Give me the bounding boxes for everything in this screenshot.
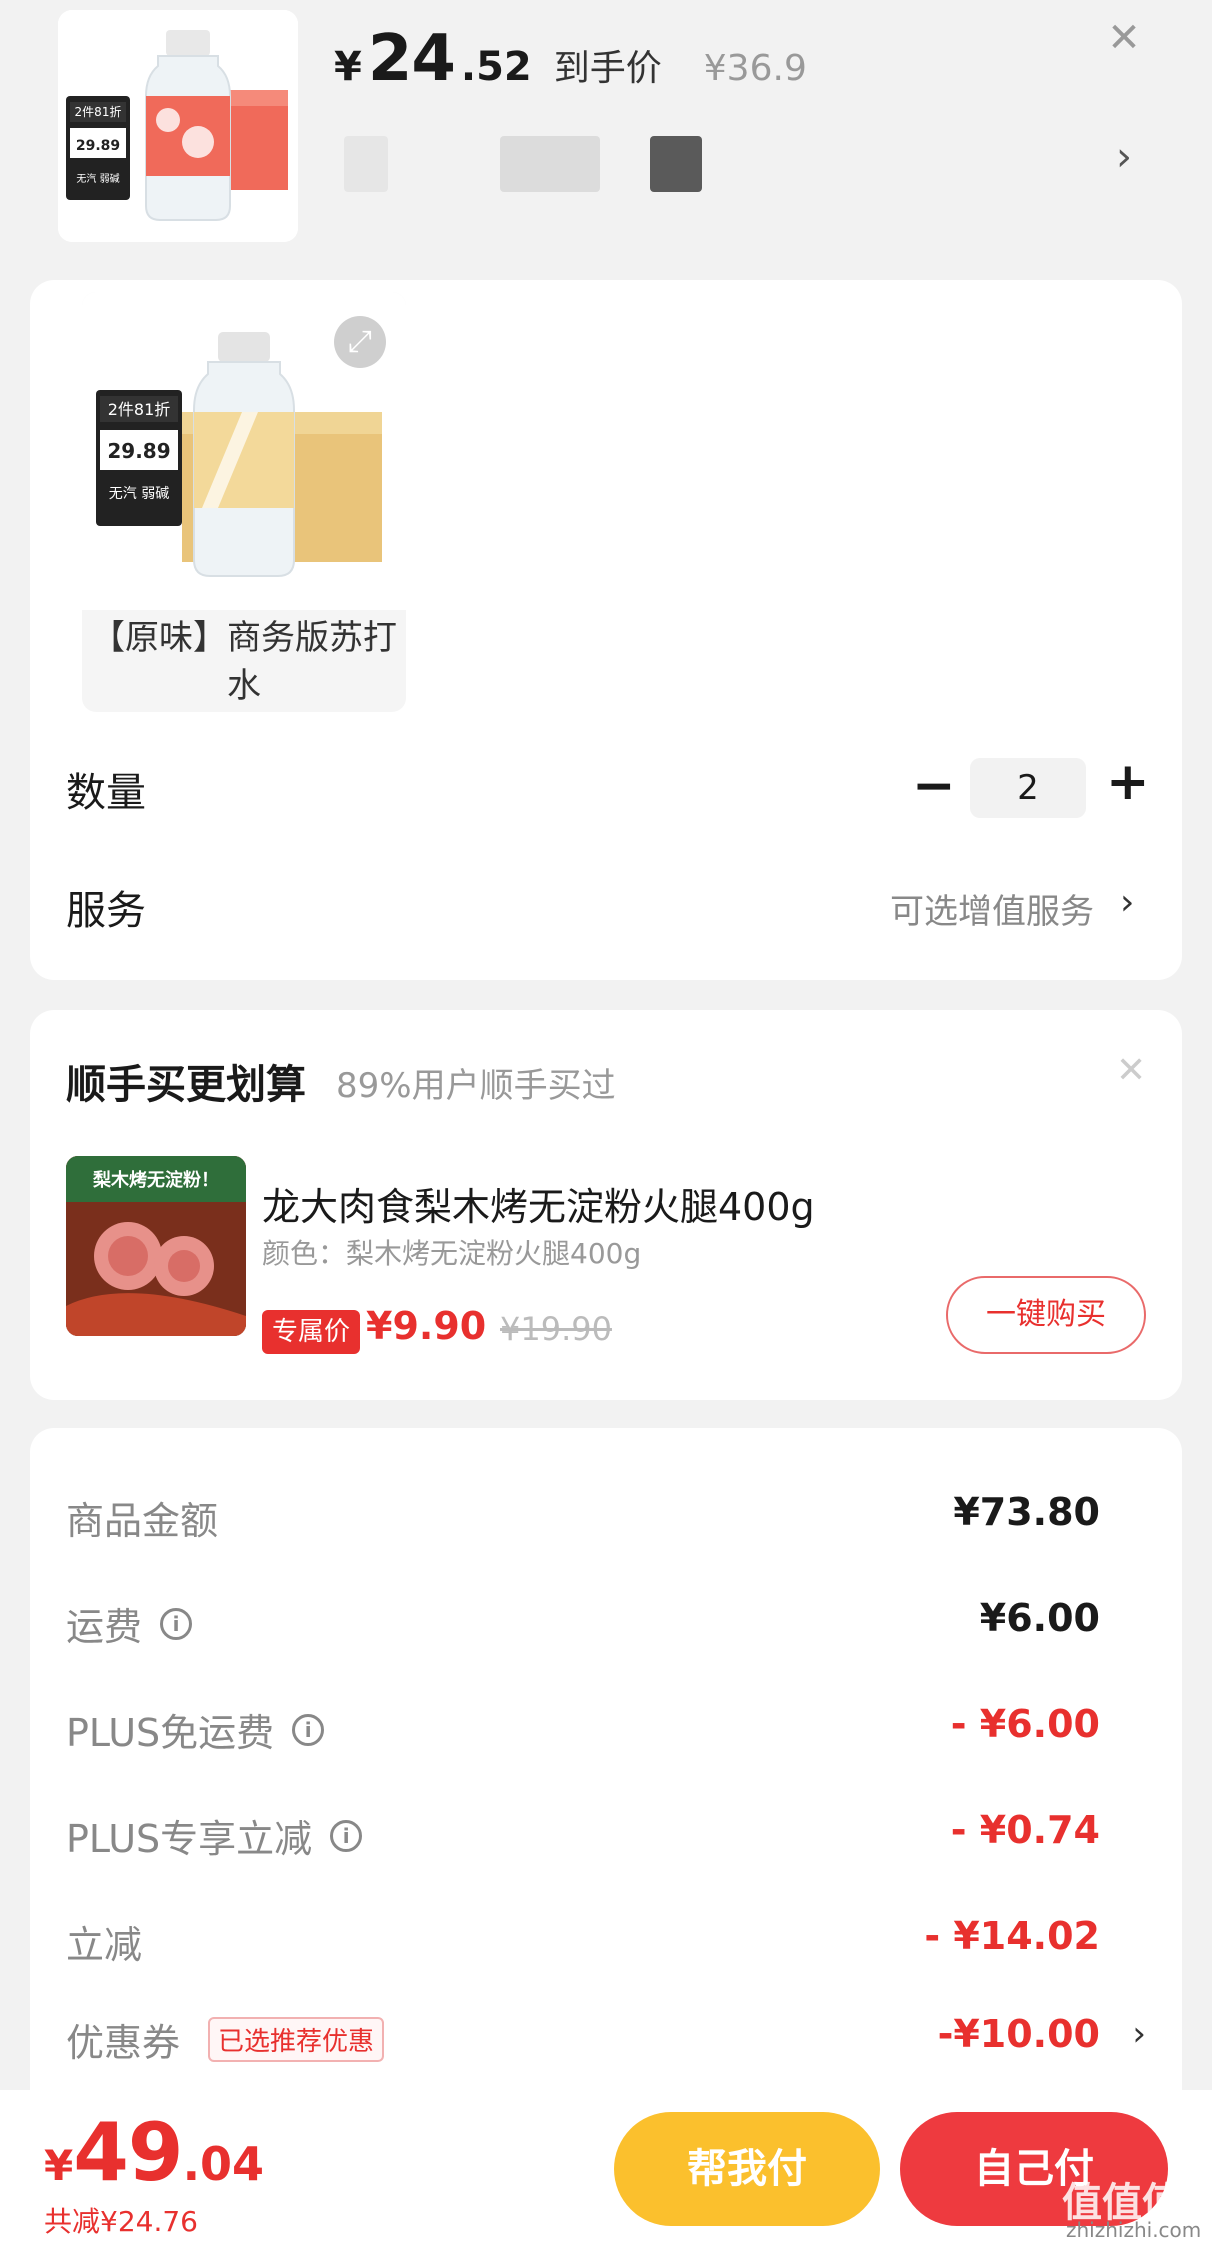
summary-row-coupon[interactable]: 优惠券 已选推荐优惠 -¥10.00 ›	[66, 2012, 1146, 2082]
summary-label: PLUS免运费	[66, 1711, 275, 1755]
summary-row-shipping: 运费 i ¥6.00	[66, 1596, 1146, 1666]
summary-row-plus-free-shipping: PLUS免运费 i - ¥6.00	[66, 1702, 1146, 1772]
expand-icon[interactable]: ⤢	[334, 316, 386, 368]
coupon-selected-tag: 已选推荐优惠	[208, 2017, 385, 2062]
total-currency: ¥	[44, 2141, 74, 2190]
upsell-product-image[interactable]: 梨木烤无淀粉！	[66, 1156, 246, 1336]
blur-block	[650, 136, 702, 192]
svg-text:29.89: 29.89	[107, 439, 170, 463]
quantity-label: 数量	[66, 770, 146, 816]
summary-label: 运费	[66, 1605, 143, 1649]
exclusive-price-badge: 专属价	[262, 1310, 361, 1354]
variant-label: 【原味】商务版苏打水	[91, 618, 397, 706]
original-price: ¥36.9	[703, 48, 807, 89]
summary-value: - ¥14.02	[924, 1914, 1100, 1958]
upsell-product-spec: 颜色：梨木烤无淀粉火腿400g	[262, 1237, 642, 1270]
close-icon[interactable]: ✕	[1116, 1050, 1146, 1091]
summary-value: ¥6.00	[979, 1596, 1100, 1640]
summary-label: 立减	[66, 1923, 143, 1967]
service-value[interactable]: 可选增值服务	[890, 884, 1094, 933]
upsell-subtitle: 89%用户顺手买过	[336, 1066, 616, 1106]
summary-value: ¥73.80	[953, 1490, 1100, 1534]
price-decimal: .52	[460, 44, 532, 90]
watermark-url: zhizhizhi.com	[1066, 2218, 1202, 2242]
upsell-original-price: ¥19.90	[500, 1310, 612, 1348]
quantity-input[interactable]: 2	[970, 758, 1086, 818]
svg-text:2件81折: 2件81折	[75, 104, 122, 119]
total-saved: 共减¥24.76	[44, 2205, 198, 2238]
total-integer: 49	[73, 2106, 183, 2199]
one-click-buy-button[interactable]: 一键购买	[946, 1276, 1146, 1354]
upsell-title: 顺手买更划算	[66, 1062, 306, 1108]
blur-block	[344, 136, 388, 192]
quantity-increase-button[interactable]: +	[1106, 752, 1150, 812]
info-icon[interactable]: i	[292, 1713, 325, 1746]
svg-text:2件81折: 2件81折	[108, 400, 171, 419]
total-price: ¥ 49 .04	[44, 2106, 264, 2199]
chevron-right-icon[interactable]: ›	[1116, 134, 1132, 180]
price-row: ¥ 24 .52 到手价 ¥36.9	[334, 22, 807, 96]
summary-row-instant-discount: 立减 - ¥14.02	[66, 1914, 1146, 1984]
info-icon[interactable]: i	[330, 1819, 363, 1852]
summary-label: 优惠券	[66, 2021, 181, 2065]
product-bottle-image: 2件81折 29.89 无汽 弱碱	[58, 10, 298, 242]
svg-text:无汽 弱碱: 无汽 弱碱	[76, 172, 119, 185]
summary-value: -¥10.00	[937, 2012, 1100, 2056]
close-icon[interactable]: ✕	[1100, 14, 1148, 62]
svg-text:无汽 弱碱: 无汽 弱碱	[109, 486, 169, 502]
summary-value: - ¥0.74	[950, 1808, 1100, 1852]
summary-label: 商品金额	[66, 1499, 219, 1543]
svg-text:梨木烤无淀粉！: 梨木烤无淀粉！	[93, 1169, 219, 1191]
summary-label: PLUS专享立减	[66, 1817, 313, 1861]
chevron-right-icon[interactable]: ›	[1120, 882, 1134, 923]
summary-value: - ¥6.00	[950, 1702, 1100, 1746]
blur-block	[500, 136, 600, 192]
product-thumbnail[interactable]: 2件81折 29.89 无汽 弱碱	[58, 10, 298, 242]
service-label: 服务	[66, 888, 146, 934]
total-decimal: .04	[182, 2137, 265, 2191]
info-icon[interactable]: i	[160, 1607, 193, 1640]
summary-row-plus-discount: PLUS专享立减 i - ¥0.74	[66, 1808, 1146, 1878]
chevron-right-icon[interactable]: ›	[1132, 2014, 1146, 2054]
upsell-product-name[interactable]: 龙大肉食梨木烤无淀粉火腿400g	[262, 1176, 815, 1231]
help-me-pay-button[interactable]: 帮我付	[614, 2112, 880, 2226]
quantity-decrease-button[interactable]: −	[912, 756, 956, 816]
variant-option[interactable]: 2件81折 29.89 无汽 弱碱 ⤢ 【原味】商务版苏打水	[82, 292, 406, 712]
price-currency: ¥	[334, 44, 362, 90]
price-integer: 24	[367, 22, 456, 96]
svg-text:29.89: 29.89	[76, 138, 120, 154]
upsell-price: ¥9.90	[366, 1304, 487, 1348]
price-tag: 到手价	[553, 48, 662, 89]
summary-row-goods-amount: 商品金额 ¥73.80	[66, 1490, 1146, 1560]
